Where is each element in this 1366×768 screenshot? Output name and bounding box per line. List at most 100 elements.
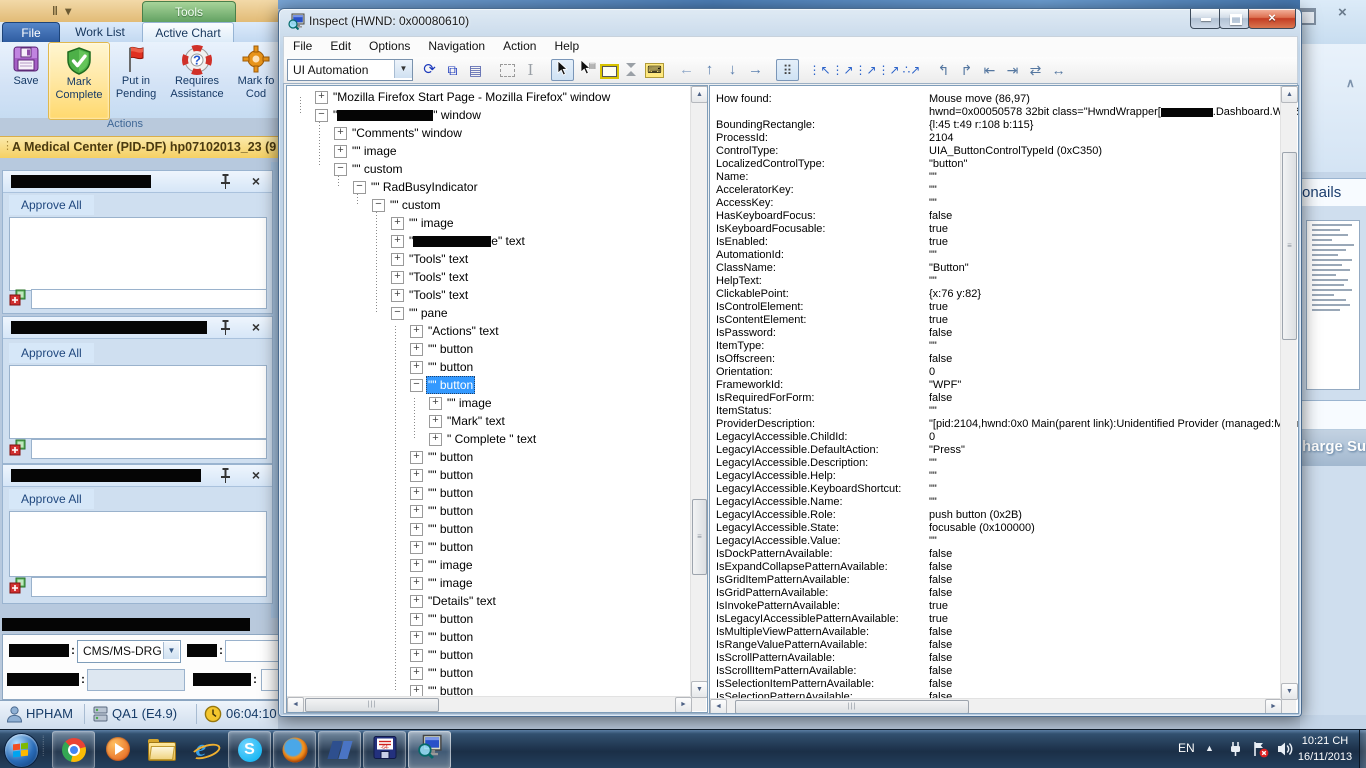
tree-expand-toggle[interactable]: + — [429, 433, 442, 446]
tree-expand-toggle[interactable]: + — [334, 127, 347, 140]
tree-item[interactable]: − "" custom — [287, 196, 707, 214]
menu-action[interactable]: Action — [494, 37, 545, 56]
tree-item-label[interactable]: "" button — [426, 610, 475, 628]
restore-window-icon[interactable] — [1300, 8, 1316, 25]
scroll-left-arrow-icon[interactable]: ◄ — [287, 697, 304, 712]
put-in-pending-button[interactable]: Put in Pending — [110, 42, 162, 118]
tree-item[interactable]: + "" button — [287, 646, 707, 664]
swap-icon[interactable]: ⇄ — [1024, 59, 1047, 81]
tree-item[interactable]: + "" button — [287, 628, 707, 646]
panel-text-input[interactable] — [31, 289, 267, 309]
scroll-right-arrow-icon[interactable]: ► — [675, 697, 692, 712]
resize-icon[interactable]: ↔ — [1047, 59, 1070, 81]
tree-item-label[interactable]: "" image — [350, 142, 399, 160]
pin-icon[interactable] — [1348, 185, 1362, 200]
automation-mode-dropdown[interactable]: UI Automation ▼ — [287, 59, 413, 81]
collapse-icon[interactable] — [620, 59, 643, 81]
scroll-right-arrow-icon[interactable]: ► — [1265, 699, 1282, 713]
watch-dots-icon[interactable]: ∴↗ — [900, 59, 923, 81]
tree-expand-toggle[interactable]: + — [410, 631, 423, 644]
mark-for-coding-button[interactable]: Mark fo Cod — [232, 42, 280, 118]
tree-item[interactable]: + "Actions" text — [287, 322, 707, 340]
scroll-thumb[interactable]: ≡ — [692, 499, 707, 575]
close-panel-icon[interactable]: × — [252, 172, 260, 190]
show-desktop-button[interactable] — [1359, 730, 1366, 768]
tree-item-label[interactable]: "" button — [426, 358, 475, 376]
tree-item[interactable]: + "" button — [287, 664, 707, 682]
tree-expand-toggle[interactable]: + — [391, 235, 404, 248]
tree-expand-toggle[interactable]: + — [410, 343, 423, 356]
tree-item-label[interactable]: "" custom — [388, 196, 443, 214]
tree-item[interactable]: + "" button — [287, 538, 707, 556]
menu-file[interactable]: File — [284, 37, 321, 56]
taskbar-item-inspect[interactable] — [408, 731, 451, 768]
keyboard-icon[interactable]: ⌨ — [643, 59, 666, 81]
tree-expand-toggle[interactable]: + — [410, 505, 423, 518]
tree-expand-toggle[interactable]: + — [315, 91, 328, 104]
tray-clock[interactable]: 10:21 CH 16/11/2013 — [1292, 733, 1358, 765]
tree-expand-toggle[interactable]: + — [410, 469, 423, 482]
close-window-icon[interactable]: × — [1338, 4, 1347, 21]
tree-item-label[interactable]: "" button — [426, 628, 475, 646]
tray-language-indicator[interactable]: EN — [1178, 741, 1195, 755]
scroll-thumb[interactable]: ||| — [735, 700, 969, 713]
tree-item-label[interactable]: " " window — [331, 106, 483, 124]
tree-expand-toggle[interactable]: + — [410, 541, 423, 554]
scroll-up-arrow-icon[interactable]: ▲ — [691, 86, 707, 103]
dock-panel-header[interactable]: × — [3, 171, 272, 193]
tab-file[interactable]: File — [2, 22, 60, 43]
tree-expand-toggle[interactable]: + — [410, 361, 423, 374]
maximize-button[interactable] — [1219, 9, 1250, 29]
tree-item[interactable]: + "" button — [287, 340, 707, 358]
tree-expand-toggle[interactable]: + — [391, 253, 404, 266]
approve-all-button[interactable]: Approve All — [9, 343, 94, 363]
marquee-icon[interactable] — [496, 59, 519, 81]
taskbar-item-chrome[interactable] — [52, 731, 95, 768]
tree-item-label[interactable]: "Tools" text — [407, 286, 470, 304]
tree-expand-toggle[interactable]: + — [391, 289, 404, 302]
tree-expand-toggle[interactable]: + — [429, 415, 442, 428]
watch-selection-icon[interactable]: ⋮↗ — [854, 59, 877, 81]
taskbar-item-explorer[interactable] — [140, 731, 181, 767]
tree-item-label[interactable]: "Actions" text — [426, 322, 501, 340]
scroll-thumb[interactable]: ≡ — [1282, 152, 1297, 340]
collapse-panel-chevron-icon[interactable]: ∧ — [1346, 76, 1355, 90]
taskbar-item-firefox[interactable] — [273, 731, 316, 768]
tree-item[interactable]: + "Tools" text — [287, 268, 707, 286]
tree-expand-toggle[interactable]: + — [410, 559, 423, 572]
tree-item[interactable]: + "" image — [287, 214, 707, 232]
menu-navigation[interactable]: Navigation — [419, 37, 494, 56]
approve-all-button[interactable]: Approve All — [9, 489, 94, 509]
tree-expand-toggle[interactable]: + — [410, 649, 423, 662]
tree-item-label[interactable]: "" button — [426, 340, 475, 358]
tree-item[interactable]: + "Comments" window — [287, 124, 707, 142]
tree-vscrollbar[interactable] — [690, 86, 707, 696]
tree-item[interactable]: + "" button — [287, 502, 707, 520]
tree-item-label[interactable]: "" custom — [350, 160, 405, 178]
tree-item-label[interactable]: "" button — [426, 466, 475, 484]
dropdown-arrow-icon[interactable]: ▼ — [163, 642, 179, 659]
panel-list-box[interactable] — [9, 217, 267, 291]
tree-item[interactable]: − "" RadBusyIndicator — [287, 178, 707, 196]
tree-expand-toggle[interactable]: − — [334, 163, 347, 176]
tree-item-label[interactable]: "" button — [426, 646, 475, 664]
taskbar-item-skype[interactable]: S — [228, 731, 271, 768]
highlight-rect-icon[interactable] — [597, 59, 620, 81]
tree-expand-toggle[interactable]: + — [410, 325, 423, 338]
tree-item-label[interactable]: "" button — [426, 376, 476, 394]
properties-icon[interactable]: ▤ — [464, 59, 487, 81]
menu-options[interactable]: Options — [360, 37, 419, 56]
taskbar-item-blue-app[interactable] — [318, 731, 361, 768]
focus-tracking-icon[interactable]: ⠿ — [776, 59, 799, 81]
tree-expand-toggle[interactable]: + — [410, 577, 423, 590]
scroll-down-arrow-icon[interactable]: ▼ — [1281, 683, 1298, 700]
tree-item-label[interactable]: "Tools" text — [407, 250, 470, 268]
tree-expand-toggle[interactable]: + — [410, 487, 423, 500]
tree-item[interactable]: − "" custom — [287, 160, 707, 178]
tree-expand-toggle[interactable]: + — [391, 217, 404, 230]
tree-item[interactable]: + "" button — [287, 448, 707, 466]
taskbar-item-internet-explorer[interactable]: e — [183, 731, 224, 767]
scroll-down-arrow-icon[interactable]: ▼ — [691, 681, 707, 698]
tree-item-label[interactable]: "" image — [407, 214, 456, 232]
tree-expand-toggle[interactable]: − — [315, 109, 328, 122]
